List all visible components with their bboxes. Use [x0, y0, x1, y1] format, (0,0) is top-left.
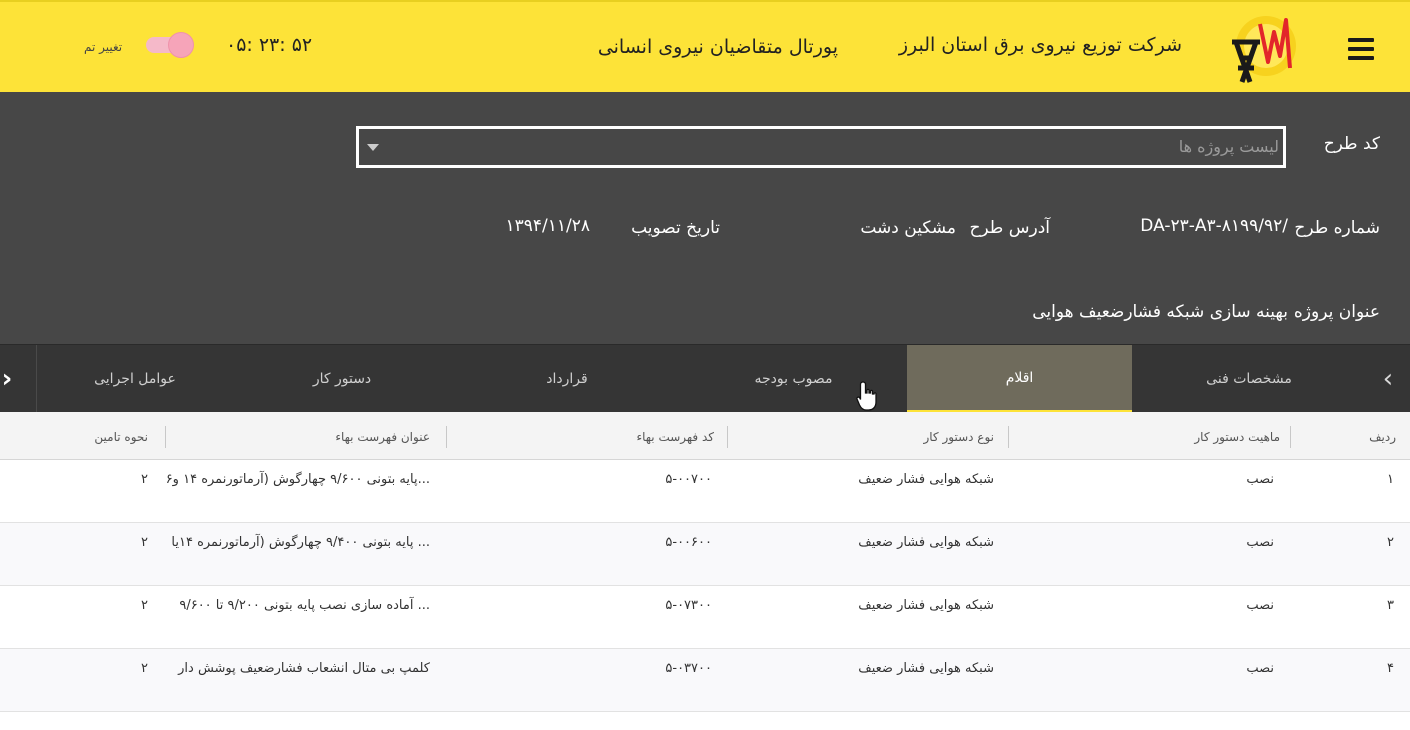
- cell-index: ۴: [1387, 661, 1394, 676]
- project-address-value: مشکین دشت: [860, 218, 956, 238]
- col-price-list-title[interactable]: عنوان فهرست بهاء: [335, 430, 430, 444]
- project-title-label: عنوان پروژه: [1293, 302, 1380, 322]
- project-code-label: کد طرح: [1323, 134, 1380, 154]
- cell-nature: نصب: [1246, 472, 1274, 487]
- table-row[interactable]: ۲ نصب شبکه هوایی فشار ضعیف ۵-۰۰۶۰۰ پایه …: [0, 523, 1410, 586]
- column-divider: [165, 426, 166, 448]
- cell-index: ۱: [1387, 472, 1394, 487]
- caret-down-icon: [367, 144, 379, 151]
- project-number-value: DA-۲۳-A۳-۸۱۹۹/۹۲/: [1140, 216, 1288, 236]
- project-list-placeholder: لیست پروژه ها: [1178, 137, 1279, 156]
- project-address-label: آدرس طرح: [969, 218, 1050, 238]
- tab-bar: ‹ مشخصات فنی اقلام مصوب بودجه قرارداد دس…: [0, 344, 1410, 413]
- column-divider: [446, 426, 447, 448]
- cell-code: ۵-۰۳۷۰۰: [665, 661, 712, 676]
- column-divider: [727, 426, 728, 448]
- clock: ۰۵: ۲۳: ۵۲: [226, 34, 313, 56]
- cell-title: آماده سازی نصب پایه بتونی ۹/۲۰۰ تا ۹/۶۰۰…: [179, 598, 430, 613]
- cell-nature: نصب: [1246, 535, 1274, 550]
- project-info-panel: کد طرح لیست پروژه ها شماره طرح DA-۲۳-A۳-…: [0, 92, 1410, 344]
- column-divider: [1290, 426, 1291, 448]
- tab-technical-specs[interactable]: مشخصات فنی: [1132, 345, 1366, 413]
- cell-supply: ۲: [141, 535, 148, 550]
- col-supply-method[interactable]: نحوه تامین: [94, 430, 148, 444]
- cell-index: ۳: [1387, 598, 1394, 613]
- cell-title: پایه بتونی ۹/۶۰۰ چهارگوش (آرماتورنمره ۱۴…: [165, 472, 430, 487]
- theme-toggle[interactable]: [146, 32, 194, 58]
- project-title-value: بهینه سازی شبکه فشارضعیف هوایی: [1032, 302, 1288, 322]
- project-number-label: شماره طرح: [1294, 218, 1380, 238]
- col-price-list-code[interactable]: کد فهرست بهاء: [636, 430, 714, 444]
- cell-code: ۵-۰۰۷۰۰: [665, 472, 712, 487]
- cell-index: ۲: [1387, 535, 1394, 550]
- tab-divider: [36, 345, 37, 413]
- theme-toggle-label: تغییر تم: [84, 40, 123, 54]
- cell-type: شبکه هوایی فشار ضعیف: [858, 598, 994, 613]
- cell-supply: ۲: [141, 472, 148, 487]
- table-row[interactable]: ۴ نصب شبکه هوایی فشار ضعیف ۵-۰۳۷۰۰ کلمپ …: [0, 649, 1410, 712]
- table-row[interactable]: ۱ نصب شبکه هوایی فشار ضعیف ۵-۰۰۷۰۰ پایه …: [0, 460, 1410, 523]
- toggle-knob: [168, 32, 194, 58]
- tab-contract[interactable]: قرارداد: [454, 345, 680, 413]
- portal-title: پورتال متقاضیان نیروی انسانی: [597, 36, 838, 58]
- approval-date-value: ۱۳۹۴/۱۱/۲۸: [505, 216, 590, 236]
- hand-cursor-icon: [856, 381, 877, 411]
- tab-work-order[interactable]: دستور کار: [230, 345, 454, 413]
- col-work-order-nature[interactable]: ماهیت دستور کار: [1194, 430, 1280, 444]
- company-name: شرکت توزیع نیروی برق استان البرز: [898, 34, 1182, 56]
- chevron-left-icon[interactable]: ›: [0, 345, 14, 413]
- col-index[interactable]: ردیف: [1369, 430, 1396, 444]
- chevron-right-icon[interactable]: ‹: [1366, 345, 1410, 413]
- cell-supply: ۲: [141, 598, 148, 613]
- cell-type: شبکه هوایی فشار ضعیف: [858, 535, 994, 550]
- cell-title: پایه بتونی ۹/۴۰۰ چهارگوش (آرماتورنمره ۱۴…: [171, 535, 430, 550]
- project-list-select[interactable]: لیست پروژه ها: [356, 126, 1286, 168]
- tab-items[interactable]: اقلام: [907, 345, 1132, 413]
- cell-type: شبکه هوایی فشار ضعیف: [858, 472, 994, 487]
- power-company-logo: [1232, 16, 1296, 83]
- items-table-header: ردیف ماهیت دستور کار نوع دستور کار کد فه…: [0, 412, 1410, 460]
- cell-code: ۵-۰۰۶۰۰: [665, 535, 712, 550]
- col-work-order-type[interactable]: نوع دستور کار: [923, 430, 994, 444]
- table-row[interactable]: ۳ نصب شبکه هوایی فشار ضعیف ۵-۰۷۳۰۰ آماده…: [0, 586, 1410, 649]
- cell-type: شبکه هوایی فشار ضعیف: [858, 661, 994, 676]
- cell-supply: ۲: [141, 661, 148, 676]
- cell-nature: نصب: [1246, 661, 1274, 676]
- cell-title: کلمپ بی متال انشعاب فشارضعیف پوشش دار: [178, 661, 430, 676]
- column-divider: [1008, 426, 1009, 448]
- cell-nature: نصب: [1246, 598, 1274, 613]
- approval-date-label: تاریخ تصویب: [631, 218, 720, 238]
- hamburger-menu-icon[interactable]: [1348, 38, 1374, 62]
- cell-code: ۵-۰۷۳۰۰: [665, 598, 712, 613]
- tab-executive-agents[interactable]: عوامل اجرایی: [40, 345, 230, 413]
- app-header: شرکت توزیع نیروی برق استان البرز پورتال …: [0, 0, 1410, 92]
